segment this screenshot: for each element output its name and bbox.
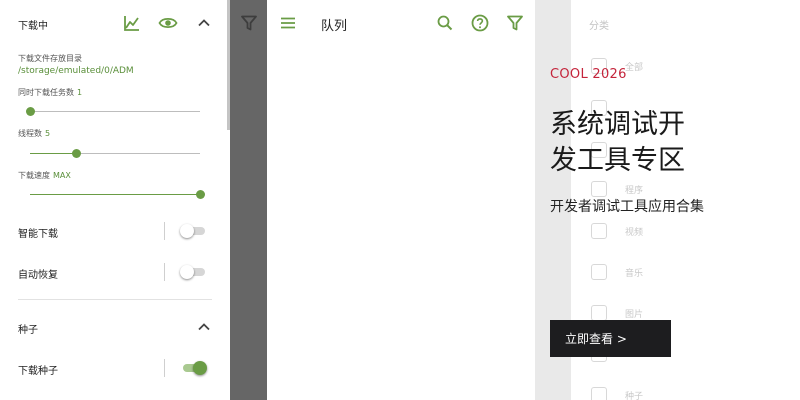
queue-title: 队列 xyxy=(321,19,348,34)
slider-thumb[interactable] xyxy=(26,107,35,116)
download-speed-value: MAX xyxy=(53,171,71,180)
chevron-up-icon[interactable] xyxy=(194,317,214,337)
concurrent-tasks-label: 同时下载任务数 1 xyxy=(18,87,82,98)
chevron-up-icon[interactable] xyxy=(194,13,214,33)
section-divider xyxy=(18,299,212,300)
ad-tag: COOL 2026 xyxy=(550,67,627,82)
ad-headline-line1: 系统调试开 xyxy=(550,109,685,140)
torrent-section-title: 种子 xyxy=(18,325,38,336)
help-icon[interactable] xyxy=(470,13,490,33)
threads-value: 5 xyxy=(45,129,51,138)
category-item[interactable]: 视频 xyxy=(589,219,789,243)
download-folder-path[interactable]: /storage/emulated/0/ADM xyxy=(18,66,134,76)
divider xyxy=(164,222,165,240)
auto-resume-label: 自动恢复 xyxy=(18,270,58,281)
download-torrent-label: 下载种子 xyxy=(18,366,58,377)
download-torrent-switch[interactable] xyxy=(180,361,207,375)
picture-icon xyxy=(591,305,607,321)
concurrent-tasks-label-text: 同时下载任务数 xyxy=(18,88,74,97)
headphones-icon xyxy=(591,264,607,280)
downloading-section-title: 下载中 xyxy=(18,21,48,32)
category-item[interactable]: 种子 xyxy=(589,383,789,400)
concurrent-tasks-value: 1 xyxy=(77,88,83,97)
smart-download-label: 智能下载 xyxy=(18,229,58,240)
threads-label-text: 线程数 xyxy=(18,129,42,138)
slider-thumb[interactable] xyxy=(196,190,205,199)
chart-icon[interactable] xyxy=(122,13,142,33)
download-folder-label: 下载文件存放目录 xyxy=(18,54,82,63)
drawer-scrim[interactable] xyxy=(230,0,267,400)
download-speed-slider[interactable] xyxy=(30,189,205,201)
filter-icon[interactable] xyxy=(239,13,259,33)
queue-toolbar: 队列 xyxy=(267,0,535,46)
search-icon[interactable] xyxy=(435,13,455,33)
menu-icon[interactable] xyxy=(278,13,298,33)
phone-icon xyxy=(591,181,607,197)
filter-icon[interactable] xyxy=(505,13,525,33)
divider xyxy=(164,359,165,377)
threads-slider[interactable] xyxy=(30,148,200,160)
ad-subtitle: 开发者调试工具应用合集 xyxy=(550,199,704,215)
downloading-section-header: 下载中 xyxy=(0,0,230,46)
ad-cta-button[interactable]: 立即查看 > xyxy=(550,320,671,357)
download-speed-label-text: 下载速度 xyxy=(18,171,50,180)
slider-thumb[interactable] xyxy=(71,149,81,158)
eye-icon[interactable] xyxy=(158,13,178,33)
concurrent-tasks-slider[interactable] xyxy=(26,106,200,118)
category-item[interactable]: 音乐 xyxy=(589,260,789,284)
torrent-section-header: 种子 xyxy=(0,304,230,350)
ad-headline-line2: 发工具专区 xyxy=(550,145,685,176)
torrent-icon xyxy=(591,387,607,400)
auto-resume-switch[interactable] xyxy=(180,265,206,279)
threads-label: 线程数 5 xyxy=(18,128,50,139)
download-speed-label: 下载速度 MAX xyxy=(18,170,71,181)
divider xyxy=(164,263,165,281)
category-title: 分类 xyxy=(589,21,609,32)
video-icon xyxy=(591,223,607,239)
smart-download-switch[interactable] xyxy=(180,224,206,238)
settings-panel: 下载中 下载文件存放目录 /storage/emulated/0/ADM 同时下… xyxy=(0,0,230,400)
